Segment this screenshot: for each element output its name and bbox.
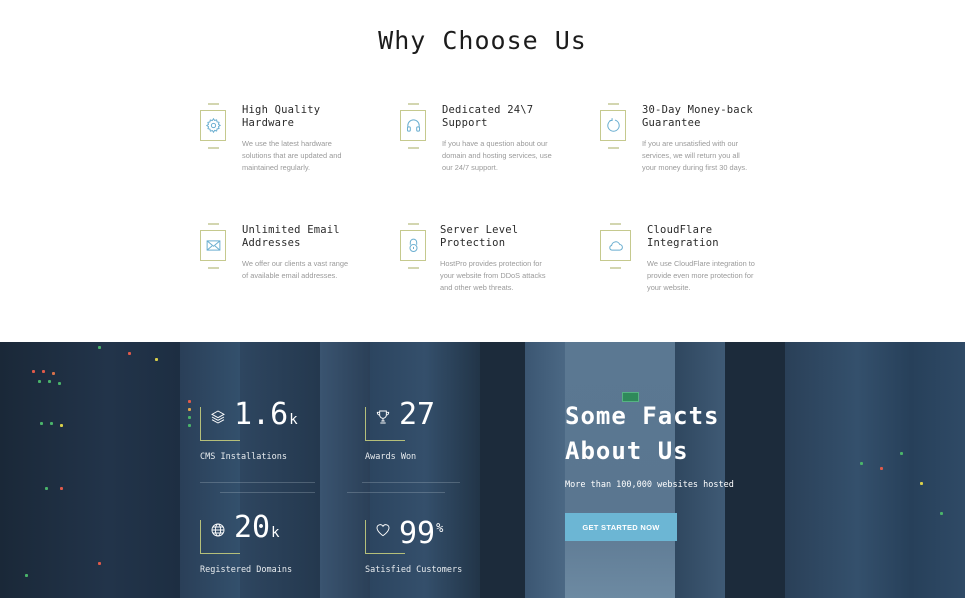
stat-cms-installations: 1.6k CMS Installations	[200, 397, 350, 473]
gear-icon	[200, 110, 226, 141]
feature-title: 30-Day Money-back Guarantee	[642, 104, 753, 129]
stat-awards-won: 27 Awards Won	[365, 397, 515, 473]
why-choose-us-section: Why Choose Us High Quality Hardware We u…	[0, 0, 965, 342]
facts-subtitle: More than 100,000 websites hosted	[565, 480, 734, 490]
feature-cloudflare-integration: CloudFlare Integration We use CloudFlare…	[600, 223, 800, 313]
section-title: Why Choose Us	[378, 26, 587, 55]
feature-title: CloudFlare Integration	[647, 224, 719, 249]
envelope-icon	[200, 230, 226, 261]
facts-section: 1.6k CMS Installations 27 Awards Won 20k…	[0, 342, 965, 598]
feature-server-protection: Server Level Protection HostPro provides…	[400, 223, 600, 313]
stat-value: 27	[399, 397, 436, 432]
feature-description: HostPro provides protection for your web…	[440, 259, 546, 292]
feature-money-back-guarantee: 30-Day Money-back Guarantee If you are u…	[600, 103, 800, 193]
feature-unlimited-email: Unlimited Email Addresses We offer our c…	[200, 223, 400, 313]
stat-label: CMS Installations	[200, 452, 287, 462]
globe-icon	[210, 522, 226, 538]
stat-value: 99%	[399, 516, 444, 551]
cloud-icon	[600, 230, 631, 261]
feature-description: If you are unsatisfied with our services…	[642, 139, 748, 172]
facts-title: Some Facts About Us	[565, 402, 720, 465]
stat-satisfied-customers: 99% Satisfied Customers	[365, 516, 515, 586]
feature-title: Unlimited Email Addresses	[242, 224, 340, 249]
stat-value: 1.6k	[234, 397, 298, 432]
refresh-icon	[600, 110, 626, 141]
lock-icon	[400, 230, 426, 261]
get-started-button[interactable]: GET STARTED NOW	[565, 513, 677, 541]
feature-title: High Quality Hardware	[242, 104, 321, 129]
headphones-icon	[400, 110, 426, 141]
stat-divider	[362, 482, 460, 483]
feature-description: If you have a question about our domain …	[442, 139, 552, 172]
stat-label: Registered Domains	[200, 565, 293, 575]
feature-title: Server Level Protection	[440, 224, 519, 249]
stat-value: 20k	[234, 510, 280, 545]
trophy-icon	[375, 409, 391, 425]
stat-divider	[200, 482, 315, 483]
feature-high-quality-hardware: High Quality Hardware We use the latest …	[200, 103, 400, 193]
feature-title: Dedicated 24\7 Support	[442, 104, 534, 129]
heart-icon	[375, 522, 391, 538]
feature-description: We offer our clients a vast range of ava…	[242, 259, 349, 280]
layers-icon	[210, 409, 226, 425]
feature-description: We use CloudFlare integration to provide…	[647, 259, 755, 292]
stat-label: Satisfied Customers	[365, 565, 463, 575]
feature-dedicated-support: Dedicated 24\7 Support If you have a que…	[400, 103, 600, 193]
stat-label: Awards Won	[365, 452, 417, 462]
feature-description: We use the latest hardware solutions tha…	[242, 139, 342, 172]
stat-registered-domains: 20k Registered Domains	[200, 510, 350, 586]
stat-divider	[347, 492, 445, 493]
stat-divider	[220, 492, 315, 493]
